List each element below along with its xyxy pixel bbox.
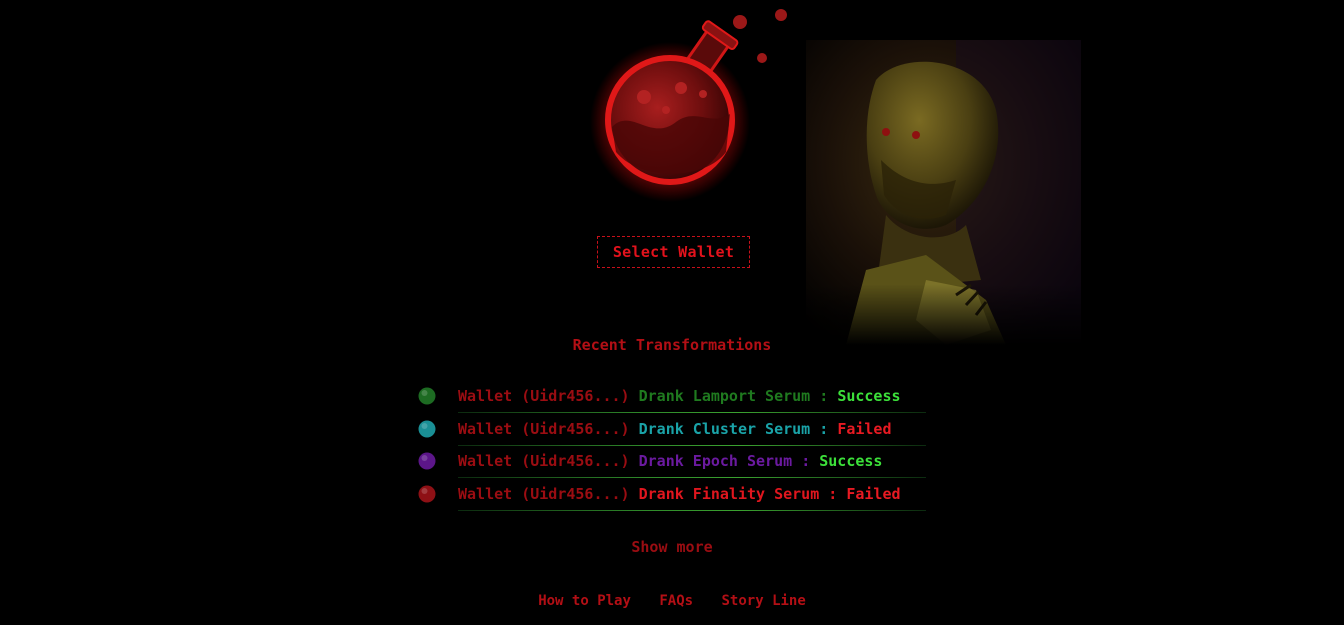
serum-action: Drank Lamport Serum xyxy=(638,387,811,405)
transformation-text: Wallet (Uidr456...) Drank Finality Serum… xyxy=(458,485,901,503)
status-label: Failed xyxy=(846,484,901,503)
red-potion-flask-icon xyxy=(590,9,787,202)
status-label: Failed xyxy=(837,419,892,438)
faqs-link[interactable]: FAQs xyxy=(659,593,693,609)
transformation-text: Wallet (Uidr456...) Drank Lamport Serum … xyxy=(458,387,901,405)
story-line-link[interactable]: Story Line xyxy=(722,593,806,609)
serum-action: Drank Finality Serum xyxy=(638,484,820,503)
transformation-text: Wallet (Uidr456...) Drank Cluster Serum … xyxy=(458,420,892,438)
transformation-row: Wallet (Uidr456...) Drank Finality Serum… xyxy=(416,480,936,513)
recent-transformations-title: Recent Transformations xyxy=(572,336,772,354)
red-orb-icon xyxy=(418,485,436,502)
serum-action: Drank Cluster Serum xyxy=(638,419,811,438)
row-divider xyxy=(458,412,926,413)
separator: : xyxy=(801,452,811,470)
row-divider xyxy=(458,444,926,446)
select-wallet-button[interactable]: Select Wallet xyxy=(597,236,750,268)
show-more-link[interactable]: Show more xyxy=(0,538,1344,556)
teal-orb-icon xyxy=(418,420,436,437)
separator: : xyxy=(819,419,829,438)
transformation-row: Wallet (Uidr456...) Drank Cluster Serum … xyxy=(416,415,936,448)
purple-orb-icon xyxy=(418,452,436,470)
separator: : xyxy=(828,484,838,503)
transformations-list: Wallet (Uidr456...) Drank Lamport Serum … xyxy=(416,382,936,512)
wallet-id: Wallet (Uidr456...) xyxy=(458,387,630,405)
status-label: Success xyxy=(837,387,901,405)
status-label: Success xyxy=(819,452,883,470)
ghoul-portrait-image xyxy=(806,40,1081,345)
page: Select Wallet Recent Transformations Wal… xyxy=(0,0,1344,625)
row-divider xyxy=(458,509,926,511)
transformation-text: Wallet (Uidr456...) Drank Epoch Serum : … xyxy=(458,452,882,470)
wallet-id: Wallet (Uidr456...) xyxy=(458,484,630,503)
transformation-row: Wallet (Uidr456...) Drank Epoch Serum : … xyxy=(416,447,936,480)
separator: : xyxy=(819,387,829,405)
transformation-row: Wallet (Uidr456...) Drank Lamport Serum … xyxy=(416,382,936,415)
green-orb-icon xyxy=(418,387,436,405)
how-to-play-link[interactable]: How to Play xyxy=(538,593,631,609)
row-divider xyxy=(458,477,926,478)
wallet-id: Wallet (Uidr456...) xyxy=(458,419,630,438)
footer-nav: How to Play FAQs Story Line xyxy=(0,593,1344,609)
serum-action: Drank Epoch Serum xyxy=(638,452,793,470)
wallet-id: Wallet (Uidr456...) xyxy=(458,452,630,470)
